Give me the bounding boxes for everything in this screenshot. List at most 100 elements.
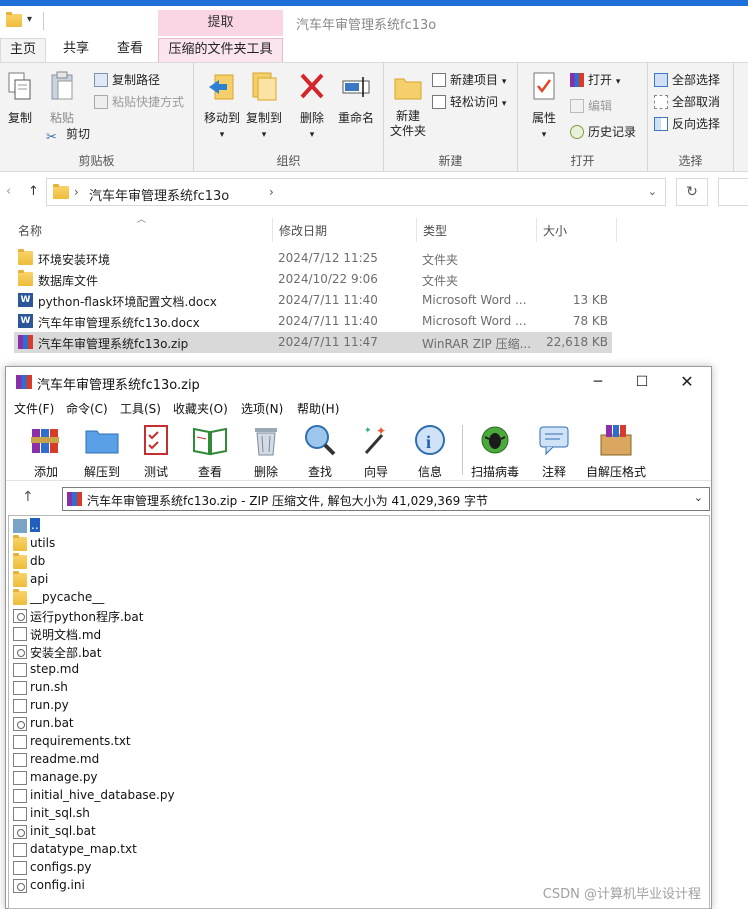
tab-view[interactable]: 查看 bbox=[106, 38, 154, 62]
copy-label: 复制 bbox=[7, 111, 32, 125]
column-divider[interactable] bbox=[616, 218, 617, 242]
chevron-right-icon[interactable]: › bbox=[74, 185, 79, 199]
find-label: 查找 bbox=[307, 465, 332, 479]
paste-shortcut-button[interactable]: 粘贴快捷方式 bbox=[94, 93, 184, 111]
file-date: 2024/7/11 11:40 bbox=[278, 293, 378, 307]
copy-path-icon bbox=[94, 73, 108, 87]
bat-icon bbox=[13, 609, 27, 623]
new-item-button[interactable]: 新建项目 ▾ bbox=[432, 71, 506, 89]
copy-to-button[interactable]: 复制到 ▾ bbox=[242, 71, 286, 140]
extract-folder-icon bbox=[85, 430, 119, 454]
archive-path-combo[interactable]: 汽车年审管理系统fc13o.zip - ZIP 压缩文件, 解包大小为 41,0… bbox=[62, 487, 710, 511]
sfx-button[interactable]: 自解压格式 bbox=[584, 423, 648, 480]
file-type: Microsoft Word ... bbox=[422, 314, 527, 328]
close-button[interactable]: ✕ bbox=[672, 371, 702, 393]
rename-button[interactable]: 重命名 bbox=[334, 71, 378, 126]
quick-access-folder-icon[interactable] bbox=[6, 12, 22, 27]
wizard-button[interactable]: ✦ ✦ 向导 bbox=[356, 423, 396, 480]
file-date: 2024/7/11 11:47 bbox=[278, 335, 378, 349]
select-none-button[interactable]: 全部取消 bbox=[654, 93, 720, 111]
column-type[interactable]: 类型 bbox=[423, 222, 447, 239]
bat-icon bbox=[13, 825, 27, 839]
chevron-down-icon[interactable]: ⌄ bbox=[694, 491, 703, 504]
new-folder-button[interactable]: 新建 文件夹 bbox=[388, 71, 428, 139]
file-row[interactable]: 环境安装环境 2024/7/12 11:25 文件夹 bbox=[14, 248, 612, 269]
winrar-titlebar: 汽车年审管理系统fc13o.zip ─ ☐ ✕ bbox=[6, 367, 711, 397]
menu-options[interactable]: 选项(N) bbox=[241, 400, 283, 417]
scan-virus-button[interactable]: 扫描病毒 bbox=[469, 423, 521, 480]
menu-file[interactable]: 文件(F) bbox=[14, 400, 54, 417]
file-row[interactable]: W 汽车年审管理系统fc13o.docx 2024/7/11 11:40 Micros… bbox=[14, 311, 612, 332]
address-box[interactable]: › 汽车年审管理系统fc13o › ⌄ bbox=[46, 178, 666, 206]
file-row[interactable]: 数据库文件 2024/10/22 9:06 文件夹 bbox=[14, 269, 612, 290]
invert-selection-button[interactable]: 反向选择 bbox=[654, 115, 720, 133]
info-button[interactable]: i 信息 bbox=[410, 423, 450, 480]
menu-help[interactable]: 帮助(H) bbox=[297, 400, 339, 417]
quick-access-dropdown-icon[interactable]: ▾ bbox=[27, 14, 32, 25]
find-button[interactable]: 查找 bbox=[300, 423, 340, 480]
ribbon-tabs: 主页 共享 查看 压缩的文件夹工具 bbox=[0, 38, 748, 62]
back-icon[interactable]: ‹ bbox=[6, 184, 11, 199]
copy-path-button[interactable]: 复制路径 bbox=[94, 71, 160, 89]
menu-favorites[interactable]: 收藏夹(O) bbox=[173, 400, 228, 417]
easy-access-button[interactable]: 轻松访问 ▾ bbox=[432, 93, 506, 111]
winrar-icon bbox=[16, 375, 32, 389]
file-type: Microsoft Word ... bbox=[422, 293, 527, 307]
tab-share[interactable]: 共享 bbox=[52, 38, 100, 62]
up-arrow-icon[interactable]: ↑ bbox=[22, 489, 34, 505]
properties-label: 属性 ▾ bbox=[531, 111, 556, 140]
add-button[interactable]: 添加 bbox=[26, 423, 66, 480]
refresh-button[interactable]: ↻ bbox=[676, 178, 708, 206]
cut-button[interactable]: ✂ 剪切 bbox=[46, 125, 90, 145]
select-all-button[interactable]: 全部选择 bbox=[654, 71, 720, 89]
chevron-right-icon[interactable]: › bbox=[269, 185, 274, 199]
info-label: 信息 bbox=[417, 465, 442, 479]
select-none-label: 全部取消 bbox=[672, 95, 721, 109]
maximize-button[interactable]: ☐ bbox=[627, 371, 657, 393]
file-name: 数据库文件 bbox=[38, 274, 99, 288]
search-input[interactable] bbox=[718, 178, 748, 206]
archive-item-name: api bbox=[30, 572, 49, 586]
open-button[interactable]: 打开 ▾ bbox=[570, 71, 620, 89]
column-size[interactable]: 大小 bbox=[543, 222, 567, 239]
column-date[interactable]: 修改日期 bbox=[279, 222, 327, 239]
minimize-button[interactable]: ─ bbox=[583, 371, 613, 393]
view-button[interactable]: 查看 bbox=[190, 423, 230, 480]
winrar-window: 汽车年审管理系统fc13o.zip ─ ☐ ✕ 文件(F) 命令(C) 工具(S… bbox=[5, 366, 712, 909]
history-button[interactable]: 历史记录 bbox=[570, 123, 636, 141]
archive-item-name: __pycache__ bbox=[30, 590, 105, 604]
address-folder-icon bbox=[53, 184, 69, 199]
column-name[interactable]: 名称 bbox=[18, 222, 42, 239]
menu-tools[interactable]: 工具(S) bbox=[120, 400, 161, 417]
extract-to-button[interactable]: 解压到 bbox=[80, 423, 124, 480]
archive-item-name: run.bat bbox=[30, 716, 74, 730]
sfx-label: 自解压格式 bbox=[585, 465, 646, 479]
archive-item-name: initial_hive_database.py bbox=[30, 788, 175, 802]
tab-compressed-folder-tools[interactable]: 压缩的文件夹工具 bbox=[158, 38, 283, 62]
edit-button[interactable]: 编辑 bbox=[570, 97, 612, 115]
comment-button[interactable]: 注释 bbox=[534, 423, 574, 480]
column-divider[interactable] bbox=[536, 218, 537, 242]
invert-selection-label: 反向选择 bbox=[672, 117, 721, 131]
delete-button[interactable]: 删除 ▾ bbox=[296, 71, 328, 140]
clipboard-group-label: 剪贴板 bbox=[78, 154, 115, 168]
properties-button[interactable]: 属性 ▾ bbox=[526, 71, 562, 140]
breadcrumb[interactable]: 汽车年审管理系统fc13o bbox=[89, 185, 229, 204]
menu-commands[interactable]: 命令(C) bbox=[66, 400, 108, 417]
move-to-button[interactable]: 移动到 ▾ bbox=[200, 71, 244, 140]
paste-button[interactable]: 粘贴 bbox=[44, 71, 80, 126]
file-row[interactable]: Wpython-flask环境配置文档.docx 2024/7/11 11:40 M… bbox=[14, 290, 612, 311]
address-dropdown-icon[interactable]: ⌄ bbox=[648, 185, 657, 198]
archive-item-name: manage.py bbox=[30, 770, 98, 784]
column-divider[interactable] bbox=[416, 218, 417, 242]
delete-archive-button[interactable]: 删除 bbox=[246, 423, 286, 480]
comment-label: 注释 bbox=[541, 465, 566, 479]
context-tab-extract[interactable]: 提取 bbox=[158, 10, 283, 36]
copy-button[interactable]: 复制 bbox=[4, 71, 36, 126]
column-divider[interactable] bbox=[272, 218, 273, 242]
up-arrow-icon[interactable]: ↑ bbox=[28, 184, 39, 199]
file-row[interactable]: 汽车年审管理系统fc13o.zip 2024/7/11 11:47 WinRAR Z… bbox=[14, 332, 612, 353]
tab-home[interactable]: 主页 bbox=[0, 38, 46, 62]
copy-to-label: 复制到 ▾ bbox=[245, 111, 282, 140]
test-button[interactable]: 测试 bbox=[136, 423, 176, 480]
